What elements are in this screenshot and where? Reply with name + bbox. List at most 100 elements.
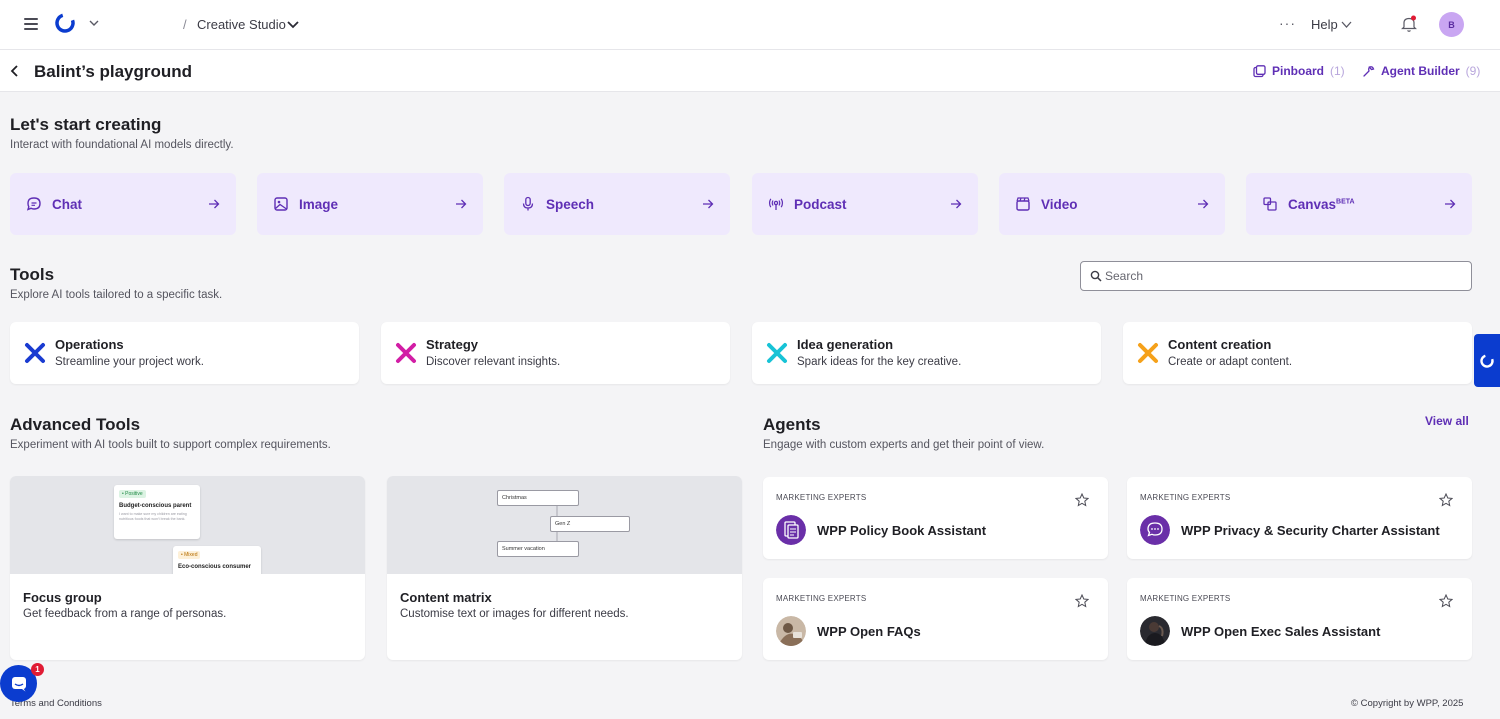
pinboard-count: (1) [1330,64,1345,78]
workspace-selector[interactable]: Creative Studio [197,17,286,32]
positive-tag: • Positive [119,490,146,498]
agent-builder-label: Agent Builder [1381,64,1460,78]
agent-name: WPP Policy Book Assistant [817,523,987,538]
persona-title: Eco-conscious consumer [178,564,252,570]
view-all-link[interactable]: View all [1425,414,1469,428]
model-label: Podcast [794,196,847,212]
arrow-right-icon [703,199,714,209]
top-navigation: / Creative Studio ··· Help B [0,0,1500,50]
canvas-label: Canvas [1288,196,1337,212]
tools-heading: Tools [10,265,55,284]
tools-subheading: Explore AI tools tailored to a specific … [10,289,223,301]
advanced-card-content-matrix[interactable]: Christmas Gen Z Summer vacation Content … [387,476,742,660]
create-subheading: Interact with foundational AI models dir… [10,139,234,151]
search-input[interactable] [1105,267,1455,285]
tool-title: Operations [55,337,124,352]
exec-sales-avatar-photo [1140,616,1170,646]
agent-category: MARKETING EXPERTS [776,594,867,603]
video-clapper-icon [1016,197,1030,211]
agent-card[interactable]: MARKETING EXPERTS WPP Privacy & Security… [1127,477,1472,559]
chat-bubble-icon [26,197,41,211]
wpp-open-logo-icon [1480,353,1494,368]
tool-description: Create or adapt content. [1168,356,1293,368]
pinboard-button[interactable]: Pinboard (1) [1253,64,1345,78]
canvas-icon [1263,197,1277,211]
notification-badge: 1 [31,663,44,676]
star-icon[interactable] [1075,493,1089,507]
beta-badge: BETA [1336,198,1355,205]
matrix-box: Christmas [497,490,579,506]
tool-card-idea-generation[interactable]: Idea generation Spark ideas for the key … [752,322,1101,384]
hamburger-menu-icon[interactable] [24,18,38,30]
notification-bell-icon[interactable] [1401,15,1417,33]
agent-category: MARKETING EXPERTS [1140,594,1231,603]
tools-search[interactable] [1080,261,1472,291]
chevron-down-icon[interactable] [88,17,100,29]
agents-heading: Agents [763,415,821,434]
page-header: Balint’s playground Pinboard (1) Agent B… [0,50,1500,92]
x-mark-icon [767,343,787,363]
advanced-title: Focus group [23,590,102,605]
tool-card-content-creation[interactable]: Content creation Create or adapt content… [1123,322,1472,384]
policy-book-avatar-icon [776,515,806,545]
model-label: CanvasBETA [1288,197,1444,212]
agent-card[interactable]: MARKETING EXPERTS WPP Open Exec Sales As… [1127,578,1472,660]
wpp-open-logo-icon[interactable] [54,12,76,34]
content-matrix-preview: Christmas Gen Z Summer vacation [387,476,742,574]
model-label: Speech [546,196,595,212]
advanced-card-focus-group[interactable]: • Positive Budget-conscious parent I wan… [10,476,365,660]
page-title: Balint’s playground [34,62,193,81]
agent-card[interactable]: MARKETING EXPERTS WPP Policy Book Assist… [763,477,1108,559]
chat-icon [11,676,26,691]
model-card-video[interactable]: Video [999,173,1225,235]
tool-title: Content creation [1168,337,1272,352]
model-card-podcast[interactable]: Podcast [752,173,978,235]
wrench-icon [1363,65,1375,77]
tool-card-strategy[interactable]: Strategy Discover relevant insights. [381,322,730,384]
focus-group-preview: • Positive Budget-conscious parent I wan… [10,476,365,574]
agents-subheading: Engage with custom experts and get their… [763,439,1045,451]
matrix-box: Gen Z [550,516,630,532]
tool-card-operations[interactable]: Operations Streamline your project work. [10,322,359,384]
copyright-text: © Copyright by WPP, 2025 [1351,698,1464,709]
breadcrumb-separator: / [183,17,187,32]
persona-card: • Positive Budget-conscious parent I wan… [114,485,200,539]
chevron-down-icon[interactable] [286,17,300,31]
agent-category: MARKETING EXPERTS [776,493,867,502]
persona-card: • Mixed Eco-conscious consumer [173,546,261,574]
more-options-icon[interactable]: ··· [1279,15,1296,31]
pinboard-icon [1253,64,1266,77]
advanced-heading: Advanced Tools [10,415,141,434]
advanced-description: Customise text or images for different n… [400,608,629,620]
arrow-right-icon [456,199,467,209]
mixed-tag: • Mixed [178,551,201,559]
side-panel-toggle[interactable] [1474,334,1500,387]
agent-card[interactable]: MARKETING EXPERTS WPP Open FAQs [763,578,1108,660]
model-label: Video [1041,196,1078,212]
model-card-image[interactable]: Image [257,173,483,235]
arrow-right-icon [951,199,962,209]
search-icon [1090,270,1102,282]
model-card-chat[interactable]: Chat [10,173,236,235]
star-icon[interactable] [1439,594,1453,608]
model-label: Chat [52,196,82,212]
agent-builder-button[interactable]: Agent Builder (9) [1362,64,1480,78]
advanced-description: Get feedback from a range of personas. [23,608,227,620]
matrix-box: Summer vacation [497,541,579,557]
model-card-canvas[interactable]: CanvasBETA [1246,173,1472,235]
help-menu[interactable]: Help [1311,17,1338,32]
advanced-title: Content matrix [400,590,492,605]
user-avatar[interactable]: B [1439,12,1464,37]
tool-title: Idea generation [797,337,894,352]
arrow-right-icon [1445,199,1456,209]
agent-name: WPP Open FAQs [817,624,921,639]
star-icon[interactable] [1439,493,1453,507]
image-icon [274,197,288,211]
star-icon[interactable] [1075,594,1089,608]
pinboard-label: Pinboard [1272,64,1325,78]
chevron-down-icon[interactable] [1340,18,1353,31]
advanced-subheading: Experiment with AI tools built to suppor… [10,439,331,451]
back-arrow-icon[interactable] [10,65,20,77]
model-card-speech[interactable]: Speech [504,173,730,235]
persona-title: Budget-conscious parent [119,503,192,509]
